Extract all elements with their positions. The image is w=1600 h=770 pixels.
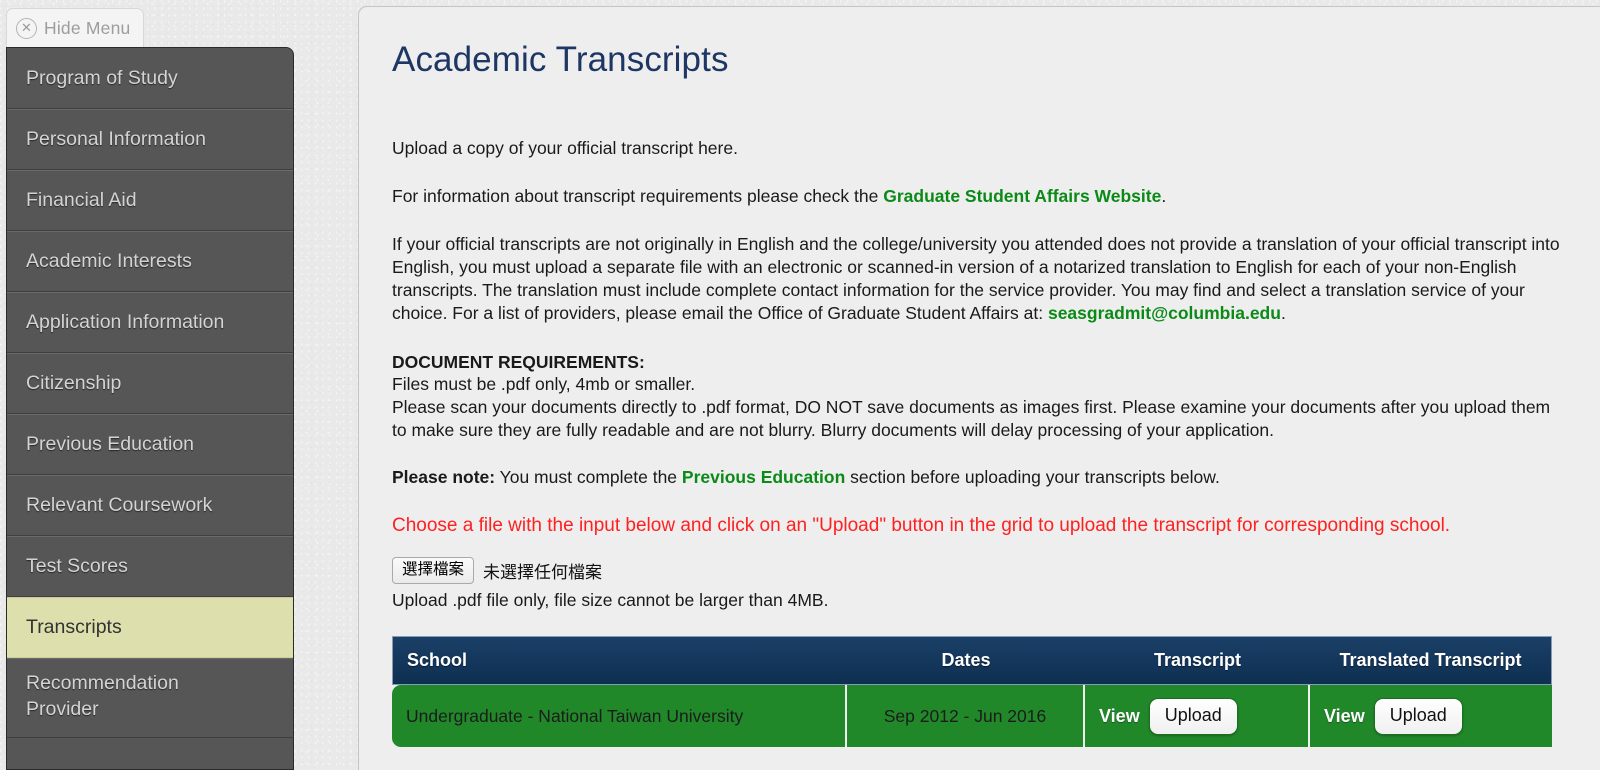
sidebar-item-label: Test Scores bbox=[26, 555, 128, 578]
intro-paragraph: Upload a copy of your official transcrip… bbox=[392, 138, 738, 158]
sidebar-item-application-information[interactable]: Application Information bbox=[7, 292, 293, 353]
table-header-row: School Dates Transcript Translated Trans… bbox=[392, 636, 1552, 686]
sidebar-item-personal-information[interactable]: Personal Information bbox=[7, 109, 293, 170]
cell-transcript: View Upload bbox=[1085, 685, 1310, 748]
please-note-after: section before uploading your transcript… bbox=[845, 467, 1220, 488]
translation-paragraph: If your official transcripts are not ori… bbox=[392, 233, 1568, 325]
requirements-info-period: . bbox=[1161, 185, 1167, 206]
page-title: Academic Transcripts bbox=[392, 40, 729, 79]
document-requirements-line-1: Files must be .pdf only, 4mb or smaller. bbox=[392, 374, 696, 395]
main-content-panel: Academic Transcripts Upload a copy of yo… bbox=[358, 6, 1600, 770]
sidebar-item-citizenship[interactable]: Citizenship bbox=[7, 353, 293, 414]
sidebar-item-label: Citizenship bbox=[26, 372, 122, 395]
column-header-school[interactable]: School bbox=[392, 636, 847, 686]
sidebar-item-financial-aid[interactable]: Financial Aid bbox=[7, 170, 293, 231]
sidebar-nav: Program of Study Personal Information Fi… bbox=[6, 47, 294, 770]
cell-dates: Sep 2012 - Jun 2016 bbox=[847, 685, 1085, 748]
sidebar-item-label: Academic Interests bbox=[26, 250, 192, 273]
transcripts-table: School Dates Transcript Translated Trans… bbox=[392, 636, 1552, 748]
sidebar-item-label: Transcripts bbox=[26, 616, 122, 639]
transcript-view-link[interactable]: View bbox=[1099, 706, 1140, 727]
transcripts-table-head: School Dates Transcript Translated Trans… bbox=[392, 636, 1552, 686]
cell-translated-transcript: View Upload bbox=[1310, 685, 1552, 748]
transcripts-table-body: Undergraduate - National Taiwan Universi… bbox=[392, 685, 1552, 748]
sidebar-item-label-line2: Provider bbox=[26, 698, 99, 721]
translated-transcript-view-link[interactable]: View bbox=[1324, 706, 1365, 727]
sidebar-item-label: Financial Aid bbox=[26, 189, 137, 212]
sidebar-item-program-of-study[interactable]: Program of Study bbox=[7, 48, 293, 109]
file-size-note: Upload .pdf file only, file size cannot … bbox=[392, 590, 829, 611]
translated-transcript-actions: View Upload bbox=[1324, 697, 1538, 735]
cell-school: Undergraduate - National Taiwan Universi… bbox=[392, 685, 847, 748]
please-note-paragraph: Please note: You must complete the Previ… bbox=[392, 466, 1568, 489]
document-requirements-block: DOCUMENT REQUIREMENTS: Files must be .pd… bbox=[392, 351, 1568, 443]
translated-transcript-upload-button[interactable]: Upload bbox=[1373, 697, 1463, 735]
file-upload-input-row[interactable]: 選擇檔案 未選擇任何檔案 bbox=[392, 557, 1568, 585]
previous-education-link[interactable]: Previous Education bbox=[682, 467, 845, 487]
please-note-label: Please note: bbox=[392, 467, 496, 488]
choose-file-button[interactable]: 選擇檔案 bbox=[392, 557, 475, 585]
document-requirements-line-2: Please scan your documents directly to .… bbox=[392, 397, 1551, 441]
hide-menu-button[interactable]: ✕ Hide Menu bbox=[6, 8, 144, 47]
sidebar-item-label: Personal Information bbox=[26, 128, 206, 151]
requirements-info-text: For information about transcript require… bbox=[392, 185, 884, 206]
hide-menu-label: Hide Menu bbox=[44, 17, 131, 38]
column-header-transcript[interactable]: Transcript bbox=[1085, 636, 1310, 686]
sidebar-item-label: Previous Education bbox=[26, 433, 195, 456]
translation-period: . bbox=[1280, 302, 1286, 323]
page-background: ✕ Hide Menu Program of Study Personal In… bbox=[0, 0, 1600, 770]
sidebar-item-relevant-coursework[interactable]: Relevant Coursework bbox=[7, 475, 293, 536]
sidebar-item-test-scores[interactable]: Test Scores bbox=[7, 536, 293, 597]
red-warning-text: Choose a file with the input below and c… bbox=[392, 515, 1451, 537]
sidebar-item-academic-interests[interactable]: Academic Interests bbox=[7, 231, 293, 292]
transcript-actions: View Upload bbox=[1099, 697, 1294, 735]
column-header-translated-transcript[interactable]: Translated Transcript bbox=[1310, 636, 1552, 686]
close-circle-icon: ✕ bbox=[16, 17, 37, 39]
sidebar-item-previous-education[interactable]: Previous Education bbox=[7, 414, 293, 475]
document-requirements-heading: DOCUMENT REQUIREMENTS: bbox=[392, 351, 645, 372]
sidebar-item-label: Program of Study bbox=[26, 66, 178, 89]
please-note-before: You must complete the bbox=[495, 467, 682, 488]
sidebar-item-label: Relevant Coursework bbox=[26, 494, 213, 517]
sidebar-item-recommendation-provider[interactable]: Recommendation Provider bbox=[7, 658, 293, 738]
sidebar-item-label: Application Information bbox=[26, 311, 225, 334]
file-status-label: 未選擇任何檔案 bbox=[483, 563, 603, 583]
column-header-dates[interactable]: Dates bbox=[847, 636, 1085, 686]
sidebar-item-label-line1: Recommendation bbox=[26, 672, 179, 694]
table-row: Undergraduate - National Taiwan Universi… bbox=[392, 685, 1552, 748]
requirements-info-paragraph: For information about transcript require… bbox=[392, 185, 1568, 208]
graduate-student-affairs-website-link[interactable]: Graduate Student Affairs Website bbox=[883, 186, 1161, 206]
transcript-upload-button[interactable]: Upload bbox=[1148, 697, 1238, 735]
translation-text: If your official transcripts are not ori… bbox=[392, 233, 1560, 323]
sidebar-item-transcripts[interactable]: Transcripts bbox=[7, 597, 293, 658]
seasgradmit-email-link[interactable]: seasgradmit@columbia.edu bbox=[1048, 303, 1281, 323]
